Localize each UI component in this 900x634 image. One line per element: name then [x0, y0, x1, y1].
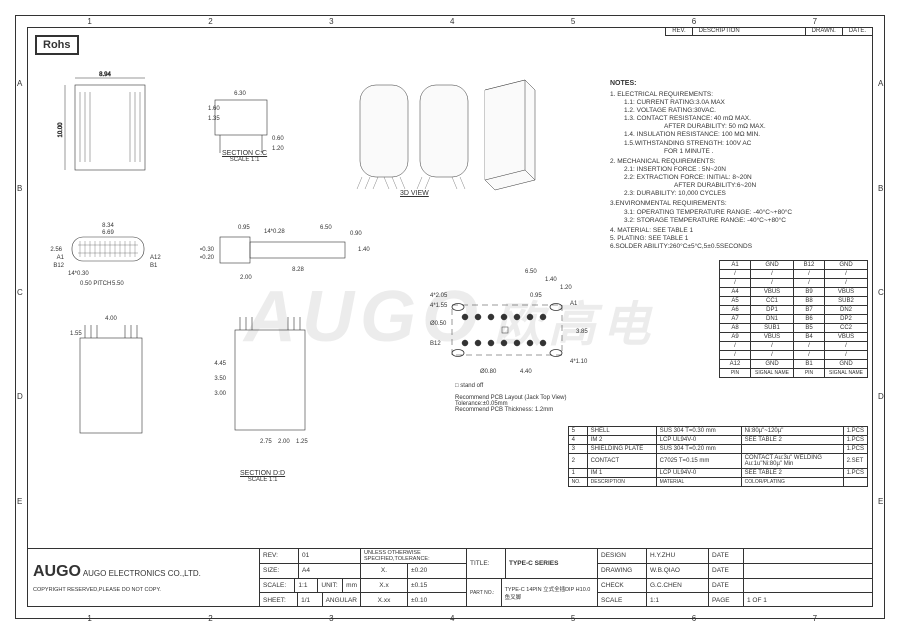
col-tick: 1 [87, 17, 91, 26]
svg-text:3.50: 3.50 [214, 376, 226, 382]
svg-text:2.56: 2.56 [50, 247, 62, 253]
svg-text:B12: B12 [430, 341, 441, 347]
svg-text:A1: A1 [57, 255, 65, 261]
row-tick: E [17, 497, 22, 506]
svg-text:2.75: 2.75 [260, 439, 272, 445]
col-tick: 5 [571, 614, 575, 623]
row-tick: C [17, 288, 23, 297]
bottom-left-view: 4.00 1.55 [55, 310, 165, 450]
row-tick: C [878, 288, 884, 297]
svg-text:14*0.28: 14*0.28 [264, 229, 285, 235]
svg-text:Ø0.50: Ø0.50 [430, 321, 447, 327]
svg-text:0.95: 0.95 [530, 293, 542, 299]
svg-text:0.90: 0.90 [350, 231, 362, 237]
svg-text:6.50: 6.50 [525, 269, 537, 275]
notes-block: NOTES: 1. ELECTRICAL REQUIREMENTS: 1.1: … [610, 80, 860, 251]
col-tick: 6 [692, 17, 696, 26]
svg-text:Ø0.80: Ø0.80 [480, 369, 497, 375]
col-tick: 7 [813, 17, 817, 26]
front-connector-view: 8.346.69 2.56 A1 B12 A12 B1 14*0.30 0.50 PITCH5… [50, 215, 170, 290]
col-tick: 3 [329, 17, 333, 26]
svg-text:T=0.20: T=0.20 [200, 255, 215, 261]
revision-header-table: REV.DESCRIPTIONDRAWN.DATE. [665, 27, 873, 36]
svg-text:1.25: 1.25 [296, 439, 308, 445]
pcb-layout-notes: Recommend PCB Layout (Jack Top View)Tole… [455, 395, 567, 413]
svg-text:B12: B12 [53, 263, 64, 269]
svg-text:1.55: 1.55 [70, 331, 82, 337]
svg-text:1.40: 1.40 [545, 277, 557, 283]
row-tick: A [878, 79, 883, 88]
svg-text:1.60: 1.60 [208, 106, 220, 112]
col-tick: 4 [450, 614, 454, 623]
bom-table: 5SHELLSUS 304 T=0.30 mmNi:80µ"~120µ"1.PC… [568, 426, 868, 487]
svg-text:3.00: 3.00 [214, 391, 226, 397]
svg-text:8.28: 8.28 [292, 267, 304, 273]
row-tick: E [878, 497, 883, 506]
svg-text:2.00: 2.00 [278, 439, 290, 445]
svg-text:4*2.05: 4*2.05 [430, 293, 448, 299]
svg-text:4*1.55: 4*1.55 [430, 303, 448, 309]
col-tick: 2 [208, 17, 212, 26]
svg-text:0.95: 0.95 [238, 225, 250, 231]
col-tick: 7 [813, 614, 817, 623]
row-tick: A [17, 79, 22, 88]
svg-text:0.60: 0.60 [272, 136, 284, 142]
row-tick: B [878, 184, 883, 193]
svg-text:A12: A12 [150, 255, 161, 261]
pin-signal-table: A1GNDB12GND////////A4VBUSB9VBUSA5CC1B8SU… [719, 260, 868, 378]
svg-text:6.69: 6.69 [102, 230, 114, 236]
col-tick: 5 [571, 17, 575, 26]
svg-text:1.20: 1.20 [272, 146, 284, 152]
svg-text:A1: A1 [570, 301, 578, 307]
section-dd-view: 4.45 3.50 3.00 2.75 2.00 1.25 [200, 305, 340, 465]
svg-text:4*1.10: 4*1.10 [570, 359, 588, 365]
svg-text:8.34: 8.34 [102, 223, 114, 229]
side-view: 0.95 8.28 T=0.30 T=0.20 2.00 14*0.28 6.50 0.90 1… [200, 215, 380, 295]
svg-text:4.45: 4.45 [214, 361, 226, 367]
title-block: AUGO AUGO ELECTRONICS CO.,LTD. COPYRIGHT… [27, 548, 873, 607]
svg-text:10.00: 10.00 [58, 122, 64, 138]
svg-text:1.20: 1.20 [560, 285, 572, 291]
svg-text:0.50 PITCH: 0.50 PITCH [80, 281, 111, 287]
section-cc-label: SECTION C:CSCALE 1:1 [222, 150, 267, 163]
col-tick: 1 [87, 614, 91, 623]
svg-text:1.35: 1.35 [208, 116, 220, 122]
col-tick: 3 [329, 614, 333, 623]
svg-text:T=0.30: T=0.30 [200, 247, 215, 253]
col-tick: 4 [450, 17, 454, 26]
rohs-badge: Rohs [35, 35, 79, 55]
row-tick: B [17, 184, 22, 193]
drawing-sheet: AUGO欧高电 Rohs REV.DESCRIPTIONDRAWN.DATE. … [0, 0, 900, 634]
svg-text:5.50: 5.50 [112, 281, 124, 287]
svg-text:3.85: 3.85 [576, 329, 588, 335]
col-tick: 2 [208, 614, 212, 623]
svg-text:1.40: 1.40 [358, 247, 370, 253]
svg-text:6.30: 6.30 [234, 91, 246, 97]
svg-text:6.50: 6.50 [320, 225, 332, 231]
svg-text:4.00: 4.00 [105, 316, 117, 322]
svg-text:2.00: 2.00 [240, 275, 252, 281]
section-dd-label: SECTION D:DSCALE 1:1 [240, 470, 285, 483]
svg-text:□ stand off: □ stand off [455, 383, 484, 389]
3d-view [340, 70, 540, 200]
top-view: 8.94 10.00 [55, 70, 165, 190]
svg-text:14*0.30: 14*0.30 [68, 271, 89, 277]
row-tick: D [17, 392, 23, 401]
svg-text:8.94: 8.94 [99, 72, 111, 78]
svg-text:B1: B1 [150, 263, 158, 269]
row-tick: D [878, 392, 884, 401]
svg-text:4.40: 4.40 [520, 369, 532, 375]
3d-view-label: 3D VIEW [400, 190, 429, 197]
pcb-layout-view: 6.50 1.401.20 0.95 3.85 4*2.05 4*1.55 Ø0.50 B12… [410, 255, 620, 395]
col-tick: 6 [692, 614, 696, 623]
